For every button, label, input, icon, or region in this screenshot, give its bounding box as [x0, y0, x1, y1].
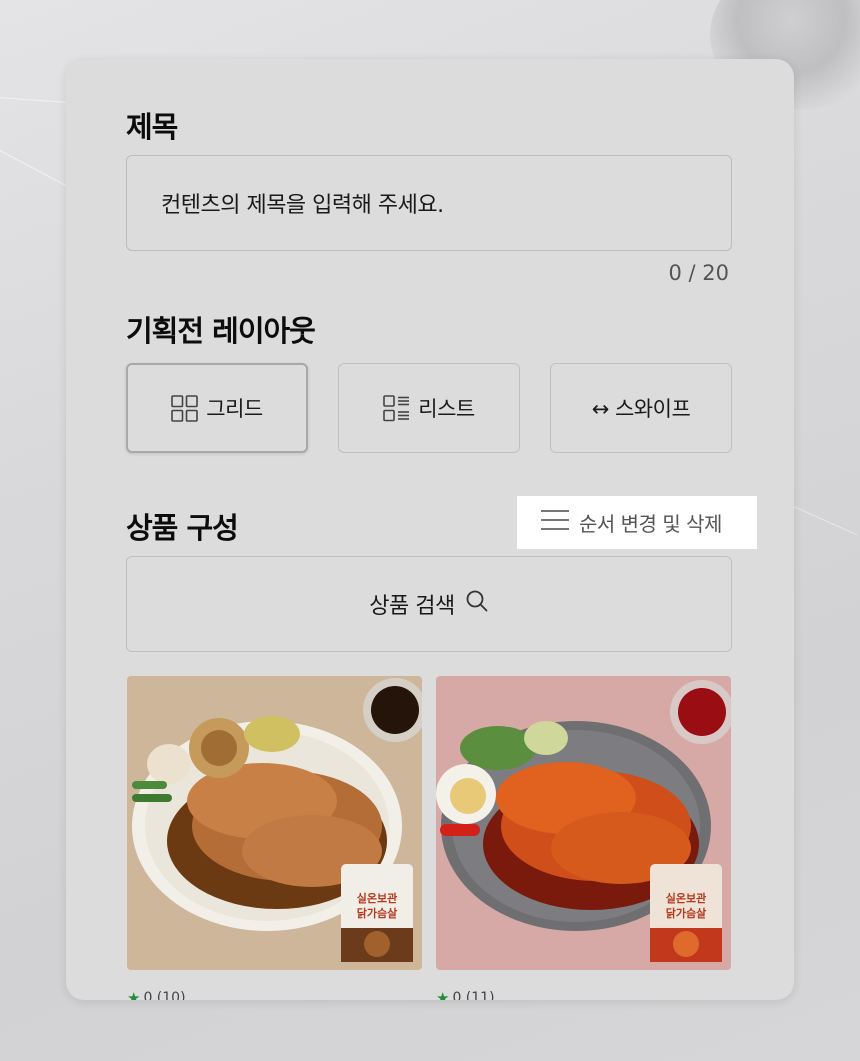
product-rating-text: 0 (11): [452, 990, 495, 1000]
product-search-label: 상품 검색: [369, 594, 455, 619]
product-search-button[interactable]: 상품 검색: [126, 556, 732, 652]
star-icon: ★: [436, 989, 450, 1000]
background-line: [792, 505, 858, 536]
layout-option-label: 리스트: [418, 397, 475, 421]
search-icon: [465, 589, 489, 619]
layout-option-swipe[interactable]: ↔ 스와이프: [550, 363, 732, 453]
layout-section-heading: 기획전 레이아웃: [126, 314, 316, 348]
product-rating: ★ 0 (10): [127, 989, 186, 1000]
title-input-placeholder: 컨텐츠의 제목을 입력해 주세요.: [161, 193, 444, 218]
content-form-card: 제목 컨텐츠의 제목을 입력해 주세요. 0 / 20 기획전 레이아웃 그리드: [66, 59, 794, 1000]
grid-icon: [171, 394, 199, 422]
product-rating-text: 0 (10): [143, 990, 186, 1000]
reorder-delete-button[interactable]: 순서 변경 및 삭제: [517, 496, 757, 549]
svg-text:닭가슴살: 닭가슴살: [357, 906, 397, 920]
layout-option-label: 그리드: [206, 397, 263, 421]
reorder-delete-label: 순서 변경 및 삭제: [579, 512, 722, 536]
title-char-counter: 0 / 20: [668, 261, 729, 285]
title-section-heading: 제목: [126, 110, 178, 144]
layout-option-grid[interactable]: 그리드: [126, 363, 308, 453]
svg-text:실온보관: 실온보관: [357, 891, 397, 905]
product-section-heading: 상품 구성: [126, 511, 239, 545]
product-card-image[interactable]: 실온보관 닭가슴살: [436, 676, 731, 970]
product-card-image[interactable]: 실온보관 닭가슴살: [127, 676, 422, 970]
star-icon: ★: [127, 989, 141, 1000]
menu-icon: [541, 509, 569, 536]
svg-text:닭가슴살: 닭가슴살: [666, 906, 706, 920]
list-icon: [383, 394, 410, 422]
title-input[interactable]: 컨텐츠의 제목을 입력해 주세요.: [126, 155, 732, 251]
layout-option-label: ↔ 스와이프: [591, 397, 691, 421]
svg-text:실온보관: 실온보관: [666, 891, 706, 905]
layout-option-list[interactable]: 리스트: [338, 363, 520, 453]
product-rating: ★ 0 (11): [436, 989, 495, 1000]
